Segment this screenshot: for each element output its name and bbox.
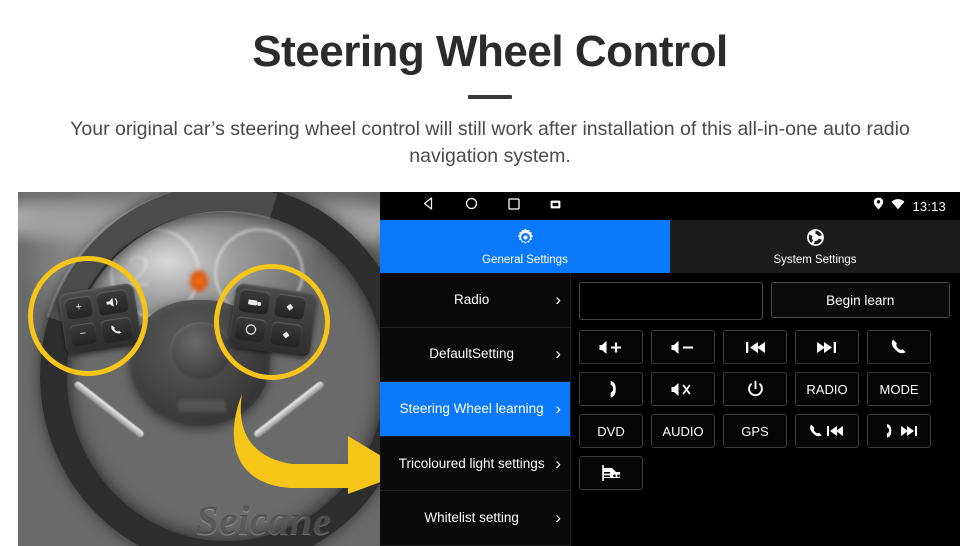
brand-logo: [178, 400, 226, 412]
head-unit-screen: 13:13 General Settings System Settings R…: [380, 192, 960, 546]
volume-mute-icon: [671, 382, 691, 396]
phone-hangup-icon: [610, 380, 616, 397]
phone-icon: [891, 339, 906, 354]
learn-input[interactable]: [579, 282, 763, 320]
volume-down-icon: [671, 340, 694, 354]
wifi-icon: [891, 197, 905, 215]
sidebar-item-defaultsetting[interactable]: DefaultSetting ›: [380, 327, 570, 383]
sidebar-item-radio[interactable]: Radio ›: [380, 273, 570, 328]
home-icon[interactable]: [465, 197, 478, 215]
hangup-next-button[interactable]: [867, 414, 931, 448]
navigation-bar: [422, 197, 561, 215]
status-clock: 13:13: [912, 198, 946, 214]
command-row: [579, 456, 950, 490]
volume-up-button[interactable]: [579, 330, 643, 364]
power-icon: [747, 380, 763, 396]
location-pin-icon: [873, 197, 884, 215]
page-header: Steering Wheel Control Your original car…: [0, 0, 980, 192]
sidebar-item-label: DefaultSetting: [429, 346, 515, 362]
chevron-right-icon: ›: [555, 453, 561, 473]
back-icon[interactable]: [422, 197, 435, 215]
vehicle-button[interactable]: [579, 456, 643, 490]
learn-controls-row: Begin learn: [579, 282, 950, 320]
settings-body: Radio › DefaultSetting › Steering Wheel …: [380, 273, 960, 546]
next-track-icon: [817, 341, 836, 353]
system-swirl-icon: [805, 227, 826, 251]
page-subtitle: Your original car’s steering wheel contr…: [70, 118, 910, 168]
recents-icon[interactable]: [508, 197, 520, 215]
chevron-right-icon: ›: [555, 289, 561, 309]
command-row: [579, 330, 950, 364]
call-answer-button[interactable]: [867, 330, 931, 364]
screenshot-icon[interactable]: [550, 197, 561, 215]
mute-button[interactable]: [651, 372, 715, 406]
sidebar-item-label: Radio: [454, 291, 490, 307]
radio-button[interactable]: RADIO: [795, 372, 859, 406]
android-status-bar: 13:13: [380, 192, 960, 220]
dvd-button[interactable]: DVD: [579, 414, 643, 448]
sidebar-item-steering-wheel-learning[interactable]: Steering Wheel learning ›: [380, 382, 570, 437]
gps-button[interactable]: GPS: [723, 414, 787, 448]
command-row: DVD AUDIO GPS: [579, 414, 950, 448]
sidebar-item-label: Whitelist setting: [424, 510, 519, 526]
highlight-ring-right: [214, 264, 330, 380]
content-area: 2 + − Seicane 13:13 General Settings Sys…: [0, 192, 980, 546]
page-title: Steering Wheel Control: [252, 27, 728, 76]
chevron-right-icon: ›: [555, 508, 561, 528]
call-hangup-button[interactable]: [579, 372, 643, 406]
sidebar-item-tricoloured-light-settings[interactable]: Tricoloured light settings ›: [380, 436, 570, 492]
settings-sidebar: Radio › DefaultSetting › Steering Wheel …: [380, 273, 570, 546]
status-indicators: 13:13: [873, 197, 946, 215]
gear-icon: [515, 227, 536, 251]
call-previous-button[interactable]: [795, 414, 859, 448]
chevron-right-icon: ›: [555, 398, 561, 418]
tab-general-settings-label: General Settings: [482, 254, 568, 266]
mode-button[interactable]: MODE: [867, 372, 931, 406]
title-divider: [468, 95, 512, 100]
sidebar-item-label: Tricoloured light settings: [398, 455, 545, 471]
car-icon: [602, 465, 620, 481]
highlight-ring-left: [28, 256, 148, 376]
sidebar-item-label: Steering Wheel learning: [399, 401, 544, 417]
steering-wheel-learning-panel: Begin learn RADIO MODE DVD AUDIO GPS: [570, 273, 960, 546]
settings-tabs: General Settings System Settings: [380, 220, 960, 273]
command-row: RADIO MODE: [579, 372, 950, 406]
tab-general-settings[interactable]: General Settings: [380, 220, 670, 273]
power-button[interactable]: [723, 372, 787, 406]
steering-wheel-photo: 2 + − Seicane: [18, 192, 380, 546]
volume-up-icon: [599, 340, 622, 354]
begin-learn-button[interactable]: Begin learn: [770, 282, 950, 318]
tab-system-settings-label: System Settings: [773, 254, 857, 266]
previous-track-icon: [746, 341, 765, 353]
next-track-button[interactable]: [795, 330, 859, 364]
tab-system-settings[interactable]: System Settings: [670, 220, 960, 273]
audio-button[interactable]: AUDIO: [651, 414, 715, 448]
previous-track-button[interactable]: [723, 330, 787, 364]
sidebar-item-whitelist-setting[interactable]: Whitelist setting ›: [380, 491, 570, 546]
phone-previous-icon: [810, 424, 843, 437]
volume-down-button[interactable]: [651, 330, 715, 364]
hangup-next-icon: [886, 423, 917, 438]
chevron-right-icon: ›: [555, 344, 561, 364]
watermark: Seicane: [196, 497, 332, 543]
